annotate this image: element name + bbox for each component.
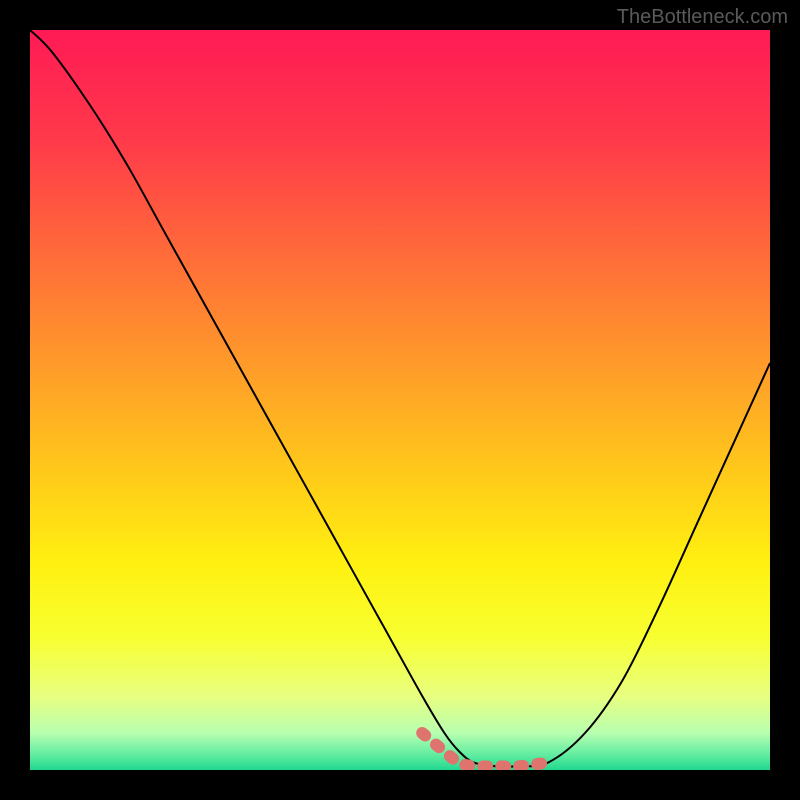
gradient-background <box>30 30 770 770</box>
watermark-text: TheBottleneck.com <box>617 6 788 29</box>
bottleneck-chart <box>30 30 770 770</box>
chart-container: TheBottleneck.com <box>0 0 800 800</box>
